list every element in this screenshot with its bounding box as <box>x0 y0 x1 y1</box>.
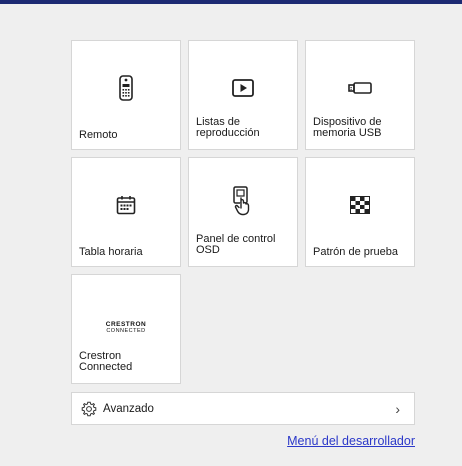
tile-crestron-connected[interactable]: CRESTRON CONNECTED Crestron Connected <box>71 274 181 384</box>
tile-label: Patrón de prueba <box>313 246 399 258</box>
advanced-row[interactable]: Avanzado › <box>71 392 415 425</box>
crestron-logo: CRESTRON CONNECTED <box>105 321 147 334</box>
tile-grid: Remoto Listas de reproducción Dispositiv… <box>71 40 415 384</box>
tile-label: Remoto <box>79 129 118 141</box>
tile-label: Listas de reproducción <box>196 116 260 139</box>
developer-menu-link[interactable]: Menú del desarrollador <box>287 434 415 448</box>
tile-playlists[interactable]: Listas de reproducción <box>188 40 298 150</box>
gear-icon <box>81 401 97 417</box>
tile-label: Panel de control OSD <box>196 233 276 256</box>
tile-label: Tabla horaria <box>79 246 143 258</box>
tile-osd-control-panel[interactable]: Panel de control OSD <box>188 157 298 267</box>
advanced-label: Avanzado <box>103 402 154 415</box>
touch-panel-icon <box>189 186 297 216</box>
tile-remote[interactable]: Remoto <box>71 40 181 150</box>
tile-label: Crestron Connected <box>79 350 133 373</box>
main-panel: Remoto Listas de reproducción Dispositiv… <box>0 4 462 466</box>
play-icon <box>189 73 297 103</box>
calendar-icon <box>72 190 180 220</box>
tile-label: Dispositivo de memoria USB <box>313 116 382 139</box>
remote-icon <box>72 73 180 103</box>
tile-test-pattern[interactable]: Patrón de prueba <box>305 157 415 267</box>
usb-icon <box>306 73 414 103</box>
tile-schedule[interactable]: Tabla horaria <box>71 157 181 267</box>
tile-usb-memory[interactable]: Dispositivo de memoria USB <box>305 40 415 150</box>
chevron-right-icon: › <box>395 401 400 417</box>
test-pattern-icon <box>306 190 414 220</box>
